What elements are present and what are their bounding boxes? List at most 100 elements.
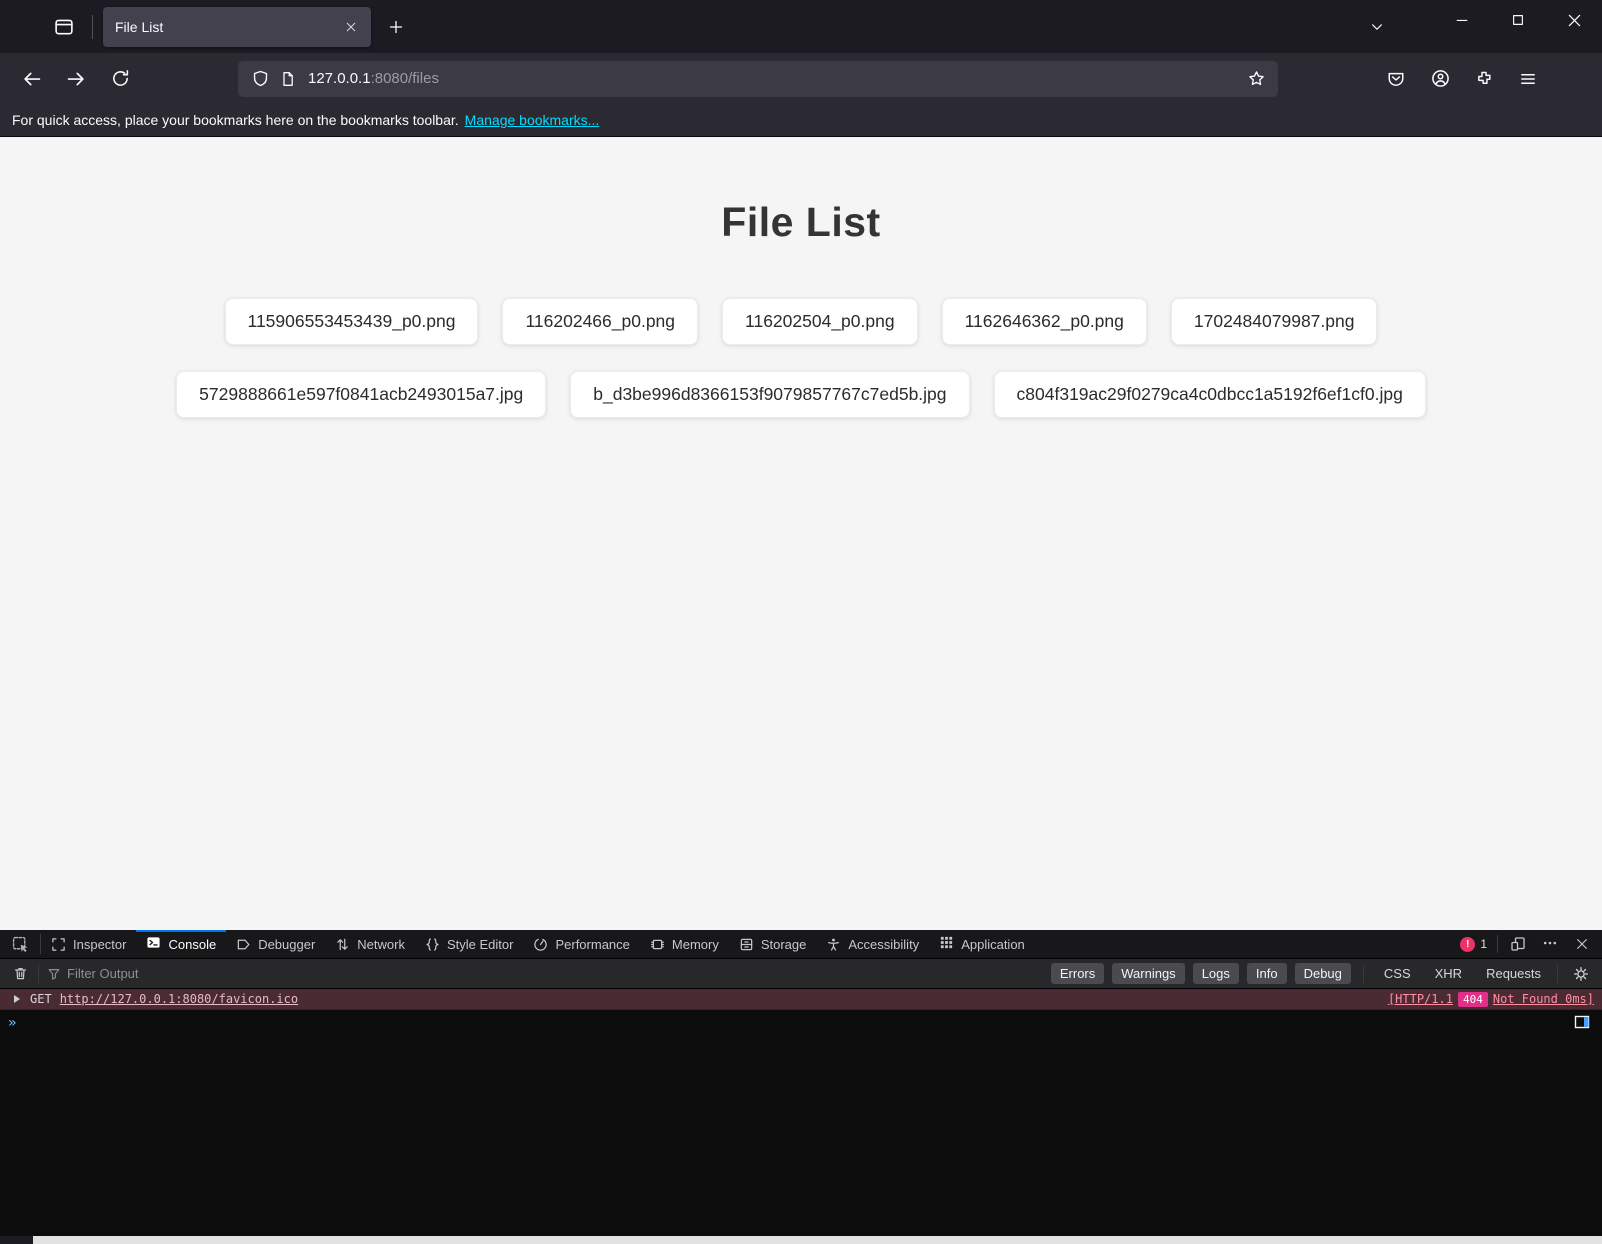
- toolbar-right-icons: [1374, 61, 1550, 97]
- file-item[interactable]: b_d3be996d8366153f9079857767c7ed5b.jpg: [570, 371, 969, 418]
- filter-output-input[interactable]: [67, 966, 467, 981]
- pocket-button[interactable]: [1378, 61, 1414, 97]
- tab-network[interactable]: Network: [325, 930, 415, 958]
- reload-button[interactable]: [102, 61, 138, 97]
- meatball-menu-icon: [1542, 935, 1558, 954]
- console-input-row[interactable]: »: [0, 1010, 1602, 1036]
- console-empty-area[interactable]: [0, 1036, 1602, 1236]
- file-item[interactable]: 1162646362_p0.png: [942, 298, 1147, 345]
- clear-console-button[interactable]: [6, 962, 34, 986]
- extensions-button[interactable]: [1466, 61, 1502, 97]
- tab-console[interactable]: Console: [136, 930, 226, 958]
- new-tab-button[interactable]: [379, 10, 413, 44]
- storage-icon: [739, 937, 754, 952]
- window-bottom-edge: [0, 1236, 1602, 1244]
- tab-accessibility[interactable]: Accessibility: [816, 930, 929, 958]
- error-count[interactable]: ! 1: [1460, 937, 1487, 952]
- tab-storage[interactable]: Storage: [729, 930, 817, 958]
- tab-label: Style Editor: [447, 937, 513, 952]
- manage-bookmarks-link[interactable]: Manage bookmarks...: [465, 112, 600, 128]
- filter-errors-button[interactable]: Errors: [1051, 963, 1104, 984]
- minimize-button[interactable]: [1434, 0, 1490, 40]
- account-button[interactable]: [1422, 61, 1458, 97]
- file-item[interactable]: 116202504_p0.png: [722, 298, 918, 345]
- console-prompt: »: [8, 1015, 15, 1031]
- devtools-divider: [1557, 965, 1558, 983]
- url-host: 127.0.0.1: [308, 70, 371, 87]
- tab-performance[interactable]: Performance: [523, 930, 639, 958]
- file-item[interactable]: 115906553453439_p0.png: [225, 298, 479, 345]
- page-content: File List 115906553453439_p0.png 1162024…: [0, 137, 1602, 930]
- bookmark-star-icon[interactable]: [1242, 65, 1270, 93]
- maximize-button[interactable]: [1490, 0, 1546, 40]
- network-icon: [335, 937, 350, 952]
- tab-label: Application: [961, 937, 1025, 952]
- account-icon: [1431, 69, 1450, 88]
- file-item[interactable]: 116202466_p0.png: [502, 298, 698, 345]
- file-item[interactable]: 1702484079987.png: [1171, 298, 1378, 345]
- devtools-options-button[interactable]: [1536, 932, 1564, 956]
- list-all-tabs-button[interactable]: [1360, 10, 1394, 44]
- forward-button[interactable]: [58, 61, 94, 97]
- console-settings-button[interactable]: [1566, 962, 1596, 986]
- tab-style-editor[interactable]: Style Editor: [415, 930, 523, 958]
- url-bar[interactable]: 127.0.0.1:8080/files: [238, 61, 1278, 97]
- tab-label: Inspector: [73, 937, 126, 952]
- tab-debugger[interactable]: Debugger: [226, 930, 325, 958]
- filter-warnings-button[interactable]: Warnings: [1112, 963, 1184, 984]
- bottom-corner: [0, 1236, 33, 1244]
- tab-inspector[interactable]: Inspector: [41, 930, 136, 958]
- tab-close-icon[interactable]: [339, 15, 363, 39]
- chip-icon: [650, 937, 665, 952]
- back-arrow-icon: [22, 69, 42, 89]
- devtools-tabbar: Inspector Console Debugger Network Style…: [0, 930, 1602, 959]
- shield-icon[interactable]: [246, 65, 274, 93]
- status-protocol: [HTTP/1.1: [1388, 992, 1453, 1006]
- file-item[interactable]: 5729888661e597f0841acb2493015a7.jpg: [176, 371, 546, 418]
- filter-debug-button[interactable]: Debug: [1295, 963, 1351, 984]
- gauge-icon: [533, 937, 548, 952]
- browser-window: File List: [0, 0, 1602, 1244]
- tab-label: Memory: [672, 937, 719, 952]
- trash-icon: [13, 966, 28, 981]
- error-badge-icon: !: [1460, 937, 1475, 952]
- responsive-design-icon: [1510, 936, 1526, 952]
- firefox-view-button[interactable]: [46, 9, 82, 45]
- filter-info-button[interactable]: Info: [1247, 963, 1287, 984]
- page-info-icon[interactable]: [274, 65, 302, 93]
- element-picker-button[interactable]: [0, 930, 40, 958]
- error-count-value: 1: [1480, 937, 1487, 951]
- gear-icon: [1573, 966, 1589, 982]
- filter-xhr-button[interactable]: XHR: [1427, 963, 1470, 984]
- tab-application[interactable]: Application: [929, 930, 1035, 958]
- close-icon: [1567, 13, 1582, 28]
- filter-requests-button[interactable]: Requests: [1478, 963, 1549, 984]
- request-url-link[interactable]: http://127.0.0.1:8080/favicon.ico: [60, 992, 298, 1006]
- devtools-panel: Inspector Console Debugger Network Style…: [0, 930, 1602, 1236]
- console-error-row[interactable]: GET http://127.0.0.1:8080/favicon.ico [H…: [0, 989, 1602, 1010]
- close-window-button[interactable]: [1546, 0, 1602, 40]
- browser-tab[interactable]: File List: [103, 7, 371, 47]
- filter-logs-button[interactable]: Logs: [1193, 963, 1239, 984]
- devtools-tabbar-right: ! 1: [1460, 930, 1602, 958]
- grid-icon: [939, 935, 954, 953]
- person-icon: [826, 937, 841, 952]
- firefox-view-icon: [54, 17, 74, 37]
- file-list: 115906553453439_p0.png 116202466_p0.png …: [121, 298, 1481, 418]
- bookmarks-toolbar: For quick access, place your bookmarks h…: [0, 104, 1602, 137]
- file-item[interactable]: c804f319ac29f0279ca4c0dbcc1a5192f6ef1cf0…: [994, 371, 1426, 418]
- plus-icon: [388, 19, 404, 35]
- devtools-close-button[interactable]: [1568, 932, 1596, 956]
- responsive-design-button[interactable]: [1504, 932, 1532, 956]
- maximize-icon: [1511, 13, 1525, 27]
- back-button[interactable]: [14, 61, 50, 97]
- bookmarks-notice: For quick access, place your bookmarks h…: [12, 112, 459, 128]
- url-path: :8080/files: [371, 70, 439, 87]
- expand-triangle-icon[interactable]: [14, 995, 20, 1003]
- menu-button[interactable]: [1510, 61, 1546, 97]
- tab-memory[interactable]: Memory: [640, 930, 729, 958]
- sidebar-toggle-button[interactable]: [1570, 1012, 1594, 1034]
- pocket-icon: [1387, 70, 1405, 88]
- filter-css-button[interactable]: CSS: [1376, 963, 1419, 984]
- url-text: 127.0.0.1:8080/files: [308, 70, 1242, 87]
